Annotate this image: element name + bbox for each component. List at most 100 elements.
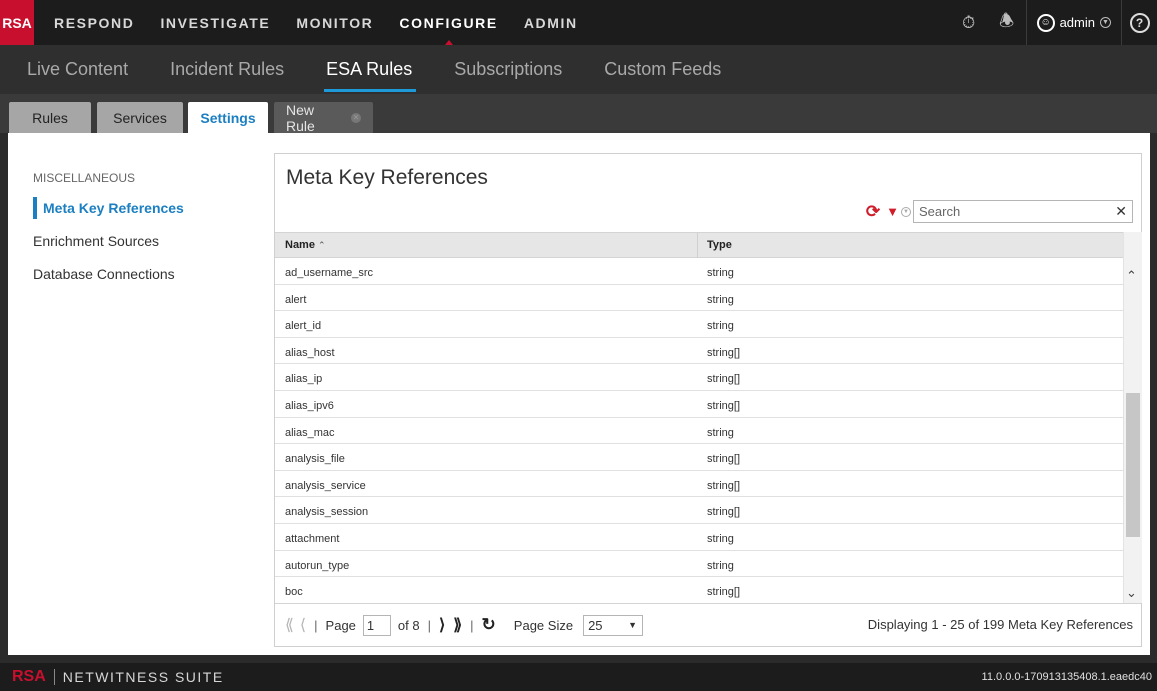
- search-input[interactable]: [919, 204, 1104, 219]
- chevron-down-icon: ▼: [628, 620, 638, 630]
- sub-navigation-bar: Live Content Incident Rules ESA Rules Su…: [0, 45, 1157, 94]
- scroll-up-icon[interactable]: ⌃: [1126, 268, 1137, 284]
- table-row[interactable]: alias_host string[]: [275, 338, 1123, 365]
- nav-admin[interactable]: ADMIN: [524, 0, 578, 45]
- vertical-scrollbar[interactable]: ⌃ ⌄: [1123, 232, 1142, 603]
- table-row[interactable]: analysis_service string[]: [275, 471, 1123, 498]
- product-name: NETWITNESS SUITE: [62, 669, 224, 685]
- cell-name: alias_mac: [285, 426, 335, 439]
- grid-toolbar: ⟳ ▼ ▼ ✕: [866, 200, 1133, 223]
- sidebar-heading: MISCELLANEOUS: [33, 171, 136, 185]
- cell-name: attachment: [285, 532, 340, 545]
- close-icon[interactable]: ✕: [351, 112, 361, 123]
- tab-label: New Rule: [286, 101, 315, 134]
- meta-key-panel: Meta Key References ⟳ ▼ ▼ ✕ Name⌃ Type a…: [274, 153, 1142, 647]
- stopwatch-icon[interactable]: ⏱: [950, 13, 988, 33]
- filter-icon[interactable]: ▼: [886, 204, 899, 219]
- footer-bar: RSA NETWITNESS SUITE 11.0.0.0-1709131354…: [0, 663, 1157, 691]
- help-icon: ?: [1129, 12, 1150, 33]
- sort-ascending-icon: ⌃: [317, 240, 326, 250]
- subnav-live-content[interactable]: Live Content: [27, 45, 128, 94]
- cell-type: string[]: [707, 346, 741, 359]
- subnav-custom-feeds[interactable]: Custom Feeds: [604, 45, 721, 94]
- tab-services[interactable]: Services: [97, 102, 183, 133]
- sidebar-item-enrichment-sources[interactable]: Enrichment Sources: [33, 233, 159, 249]
- results-summary: Displaying 1 - 25 of 199 Meta Key Refere…: [867, 617, 1133, 632]
- subnav-incident-rules[interactable]: Incident Rules: [170, 45, 284, 94]
- last-page-icon[interactable]: ⟫: [453, 615, 462, 635]
- tab-settings[interactable]: Settings: [188, 102, 268, 133]
- table-row[interactable]: alias_ipv6 string[]: [275, 391, 1123, 418]
- cell-type: string[]: [707, 453, 741, 466]
- user-menu[interactable]: ☺ admin ▼: [1027, 13, 1121, 32]
- cell-type: string: [707, 293, 734, 306]
- nav-investigate[interactable]: INVESTIGATE: [160, 0, 270, 45]
- cell-name: analysis_session: [285, 506, 369, 519]
- version-text: 11.0.0.0-170913135408.1.eaedc40: [981, 671, 1152, 683]
- first-page-icon[interactable]: ⟪: [285, 615, 294, 635]
- cell-type: string[]: [707, 479, 741, 492]
- table-row[interactable]: alert_id string: [275, 311, 1123, 338]
- nav-respond[interactable]: RESPOND: [54, 0, 134, 45]
- cell-name: analysis_file: [285, 453, 345, 466]
- cell-name: alert_id: [285, 320, 322, 333]
- subnav-esa-rules[interactable]: ESA Rules: [324, 45, 417, 94]
- table-row[interactable]: ad_username_src string: [275, 258, 1123, 285]
- pagination-bar: ⟪ ⟨ | Page 1 of 8 | ⟩ ⟫ | ↻ Page Size 25…: [275, 603, 1141, 646]
- tab-rules[interactable]: Rules: [9, 102, 91, 133]
- table-row[interactable]: autorun_type string: [275, 551, 1123, 578]
- nav-configure[interactable]: CONFIGURE: [399, 0, 497, 45]
- column-label: Name: [285, 239, 315, 251]
- table-row[interactable]: alert string: [275, 285, 1123, 312]
- page-label: Page: [325, 617, 356, 633]
- table-row[interactable]: attachment string: [275, 524, 1123, 551]
- table-row[interactable]: analysis_session string[]: [275, 497, 1123, 524]
- tab-new-rule[interactable]: New Rule ✕: [274, 101, 373, 134]
- column-header-name[interactable]: Name ⌃: [285, 239, 326, 251]
- table-row[interactable]: alias_mac string: [275, 418, 1123, 445]
- subnav-subscriptions[interactable]: Subscriptions: [454, 45, 562, 94]
- cell-type: string: [707, 532, 734, 545]
- cell-name: boc: [285, 586, 303, 599]
- table-row[interactable]: boc string[]: [275, 577, 1123, 604]
- chevron-down-icon[interactable]: ▼: [901, 206, 911, 217]
- bell-icon[interactable]: 🕭: [988, 8, 1026, 37]
- column-divider[interactable]: [697, 233, 698, 258]
- rsa-logo: RSA: [12, 668, 46, 685]
- table-row[interactable]: analysis_file string[]: [275, 444, 1123, 471]
- search-box: ✕: [913, 200, 1133, 223]
- main-content: MISCELLANEOUS Meta Key References Enrich…: [8, 133, 1150, 655]
- nav-monitor[interactable]: MONITOR: [296, 0, 373, 45]
- next-page-icon[interactable]: ⟩: [439, 615, 445, 635]
- table-row[interactable]: alias_ip string[]: [275, 364, 1123, 391]
- cell-type: string: [707, 320, 734, 333]
- refresh-page-icon[interactable]: ↻: [482, 615, 496, 635]
- cell-type: string: [707, 426, 734, 439]
- cell-name: ad_username_src: [285, 267, 374, 279]
- scroll-down-icon[interactable]: ⌄: [1126, 585, 1137, 601]
- divider: |: [427, 617, 431, 633]
- rsa-logo: RSA: [0, 0, 34, 45]
- user-name: admin: [1059, 15, 1095, 30]
- cell-name: autorun_type: [285, 559, 350, 572]
- sidebar-item-database-connections[interactable]: Database Connections: [33, 266, 175, 282]
- column-header-type[interactable]: Type: [707, 239, 732, 251]
- cell-name: alias_ip: [285, 373, 323, 386]
- page-number-input[interactable]: 1: [362, 614, 391, 636]
- top-right-controls: ⏱ 🕭 ☺ admin ▼ ?: [950, 0, 1157, 45]
- cell-type: string[]: [707, 586, 741, 599]
- help-button[interactable]: ?: [1122, 0, 1157, 45]
- scrollbar-thumb[interactable]: [1126, 393, 1140, 537]
- refresh-icon[interactable]: ⟳: [866, 202, 880, 222]
- cell-name: alias_host: [285, 346, 335, 359]
- tab-bar: Rules Services Settings New Rule ✕: [0, 94, 1157, 134]
- cell-type: string: [707, 559, 734, 572]
- page-title: Meta Key References: [286, 166, 488, 189]
- grid-body: ad_username_src string alert string alert_…: [275, 258, 1123, 604]
- cell-name: analysis_service: [285, 479, 366, 492]
- previous-page-icon[interactable]: ⟨: [300, 615, 306, 635]
- clear-search-icon[interactable]: ✕: [1115, 203, 1127, 220]
- sidebar-item-meta-key-references[interactable]: Meta Key References: [33, 197, 184, 219]
- user-icon: ☺: [1036, 13, 1055, 32]
- page-size-select[interactable]: 25 ▼: [583, 614, 644, 636]
